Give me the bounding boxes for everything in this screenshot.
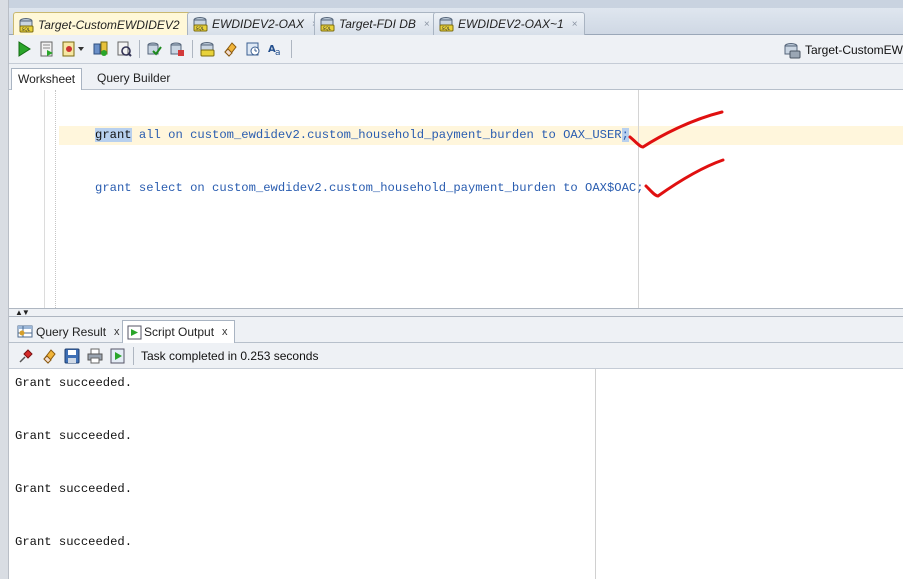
- fold-margin: [55, 90, 56, 308]
- tab-ewdidev2-oax-1[interactable]: SQL EWDIDEV2-OAX~1 ×: [433, 12, 585, 35]
- output-line: Grant succeeded.: [15, 535, 133, 549]
- unshared-worksheet-icon[interactable]: [198, 40, 216, 58]
- tab-close-icon[interactable]: x: [114, 326, 120, 338]
- panel-splitter[interactable]: ▲▼: [9, 308, 903, 317]
- code-line-2[interactable]: grant select on custom_ewdidev2.custom_h…: [95, 181, 644, 195]
- toolbar-separator: [192, 40, 193, 58]
- tab-label: Query Result: [36, 324, 107, 339]
- code-text: all on custom_ewdidev2.custom_household_…: [131, 128, 622, 142]
- output-line: Grant succeeded.: [15, 429, 133, 443]
- to-upper-lower-case-icon[interactable]: Aa: [267, 40, 285, 58]
- svg-text:SQL: SQL: [196, 26, 205, 32]
- sql-worksheet-icon: SQL: [193, 17, 208, 32]
- svg-text:SQL: SQL: [442, 26, 451, 32]
- run-statement-icon[interactable]: [15, 40, 33, 58]
- pin-icon[interactable]: [17, 347, 35, 365]
- tab-close-icon[interactable]: ×: [424, 19, 430, 30]
- sql-worksheet-icon: SQL: [320, 17, 335, 32]
- print-icon[interactable]: [86, 347, 104, 365]
- tab-close-icon[interactable]: x: [222, 326, 228, 338]
- tab-label: Target-CustomEWDIDEV2: [38, 17, 180, 32]
- toolbar-separator: [133, 346, 134, 365]
- line-number-gutter: [9, 90, 45, 308]
- output-divider: [595, 369, 596, 579]
- run-script-icon[interactable]: [38, 40, 56, 58]
- commit-icon[interactable]: [145, 40, 163, 58]
- output-line: Grant succeeded.: [15, 376, 133, 390]
- tab-label: EWDIDEV2-OAX: [212, 17, 305, 31]
- connection-label: Target-CustomEW: [804, 43, 903, 57]
- tab-close-icon[interactable]: ×: [572, 19, 578, 30]
- clear-eraser-icon[interactable]: [221, 40, 239, 58]
- connection-selector[interactable]: Target-CustomEW: [779, 39, 903, 61]
- sql-worksheet-icon: SQL: [19, 17, 34, 33]
- code-semicolon: ;: [621, 128, 629, 142]
- code-keyword: grant: [95, 128, 132, 142]
- window-top-edge: [0, 0, 903, 8]
- tab-label: EWDIDEV2-OAX~1: [458, 17, 564, 31]
- output-line: Grant succeeded.: [15, 482, 133, 496]
- save-icon[interactable]: [63, 347, 81, 365]
- splitter-arrows-icon[interactable]: ▲▼: [15, 308, 30, 317]
- svg-text:a: a: [275, 48, 281, 57]
- autotrace-icon[interactable]: [61, 40, 87, 58]
- sql-editor[interactable]: grant all on custom_ewdidev2.custom_hous…: [9, 90, 903, 308]
- tab-target-customewdidev2[interactable]: SQL Target-CustomEWDIDEV2 ×: [13, 12, 201, 36]
- tab-worksheet[interactable]: Worksheet: [11, 68, 83, 90]
- tab-query-builder[interactable]: Query Builder: [91, 68, 176, 90]
- rollback-icon[interactable]: [168, 40, 186, 58]
- tab-script-output[interactable]: Script Output x: [122, 320, 235, 343]
- tab-target-fdi-db[interactable]: SQL Target-FDI DB ×: [314, 12, 437, 35]
- editor-tab-bar: SQL Target-CustomEWDIDEV2 × SQL EWDIDEV2…: [9, 8, 903, 36]
- right-margin-guide: [638, 90, 639, 308]
- output-toolbar: Task completed in 0.253 seconds: [9, 343, 903, 369]
- sql-tuning-advisor-icon[interactable]: [115, 40, 133, 58]
- grid-result-icon: [17, 325, 33, 338]
- code-line-1[interactable]: grant all on custom_ewdidev2.custom_hous…: [95, 128, 629, 142]
- svg-text:SQL: SQL: [22, 27, 31, 33]
- left-panel-edge: [0, 0, 9, 579]
- tab-label: Target-FDI DB: [339, 17, 416, 31]
- toolbar-separator: [139, 40, 140, 58]
- open-file-icon[interactable]: [109, 347, 127, 365]
- svg-text:SQL: SQL: [323, 26, 332, 32]
- script-output-icon: [127, 325, 142, 339]
- tab-label: Script Output: [144, 325, 215, 339]
- toolbar-separator: [291, 40, 292, 58]
- task-status-text: Task completed in 0.253 seconds: [141, 348, 319, 363]
- tab-ewdidev2-oax[interactable]: SQL EWDIDEV2-OAX ×: [187, 12, 325, 35]
- worksheet-toolbar: Aa Target-CustomEW: [9, 35, 903, 64]
- output-tab-bar: Query Result x Script Output x: [9, 317, 903, 343]
- sql-worksheet-icon: SQL: [439, 17, 454, 32]
- script-output-panel[interactable]: Grant succeeded. Grant succeeded. Grant …: [9, 369, 903, 579]
- explain-plan-icon[interactable]: [92, 40, 110, 58]
- clear-output-icon[interactable]: [40, 347, 58, 365]
- worksheet-subtab-bar: Worksheet Query Builder: [9, 64, 903, 90]
- database-connection-icon: [784, 42, 801, 58]
- tab-query-result[interactable]: Query Result x: [13, 320, 126, 343]
- sql-history-icon[interactable]: [244, 40, 262, 58]
